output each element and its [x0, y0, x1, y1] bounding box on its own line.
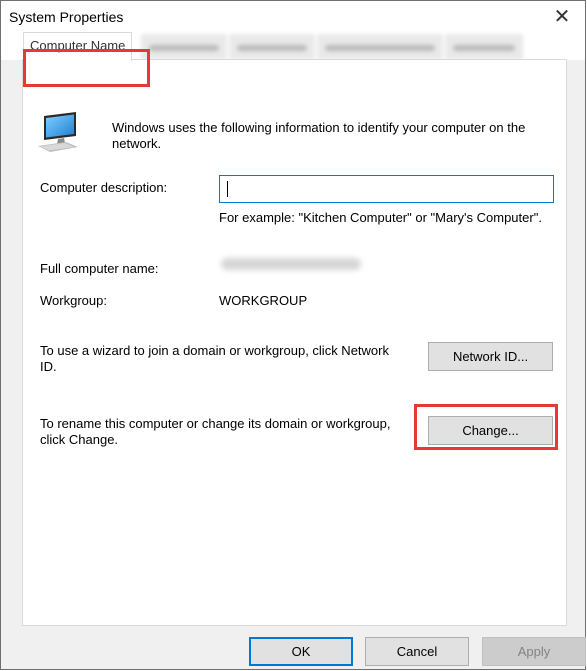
computer-monitor-icon	[38, 112, 78, 152]
intro-text: Windows uses the following information t…	[112, 120, 526, 151]
close-button[interactable]: ✕	[539, 1, 585, 32]
tab-hardware-obscured[interactable]	[141, 34, 227, 60]
tab-advanced-obscured[interactable]	[229, 34, 315, 60]
tab-remote-obscured[interactable]	[445, 34, 523, 60]
computer-description-input[interactable]	[219, 175, 554, 203]
change-button-highlight	[414, 404, 558, 450]
network-id-button[interactable]: Network ID...	[428, 342, 553, 371]
text-caret	[227, 181, 228, 197]
system-properties-dialog: System Properties ✕ Computer Name Window…	[0, 0, 586, 670]
window-title: System Properties	[9, 9, 124, 25]
full-computer-name-label: Full computer name:	[40, 261, 159, 276]
workgroup-label: Workgroup:	[40, 293, 107, 308]
title-bar: System Properties ✕	[1, 1, 585, 32]
ok-button[interactable]: OK	[249, 637, 353, 666]
description-example-text: For example: "Kitchen Computer" or "Mary…	[219, 210, 542, 225]
computer-description-label: Computer description:	[40, 180, 168, 195]
workgroup-value: WORKGROUP	[219, 293, 308, 308]
cancel-button[interactable]: Cancel	[365, 637, 469, 666]
computer-name-tab-highlight	[23, 49, 150, 87]
computer-name-panel: Windows uses the following information t…	[22, 59, 567, 626]
tab-system-protection-obscured[interactable]	[317, 34, 443, 60]
apply-button[interactable]: Apply	[482, 637, 586, 666]
full-computer-name-value-obscured	[221, 258, 361, 270]
close-icon: ✕	[553, 6, 571, 28]
rename-instructions: To rename this computer or change its do…	[40, 416, 391, 447]
network-id-instructions: To use a wizard to join a domain or work…	[40, 343, 389, 374]
